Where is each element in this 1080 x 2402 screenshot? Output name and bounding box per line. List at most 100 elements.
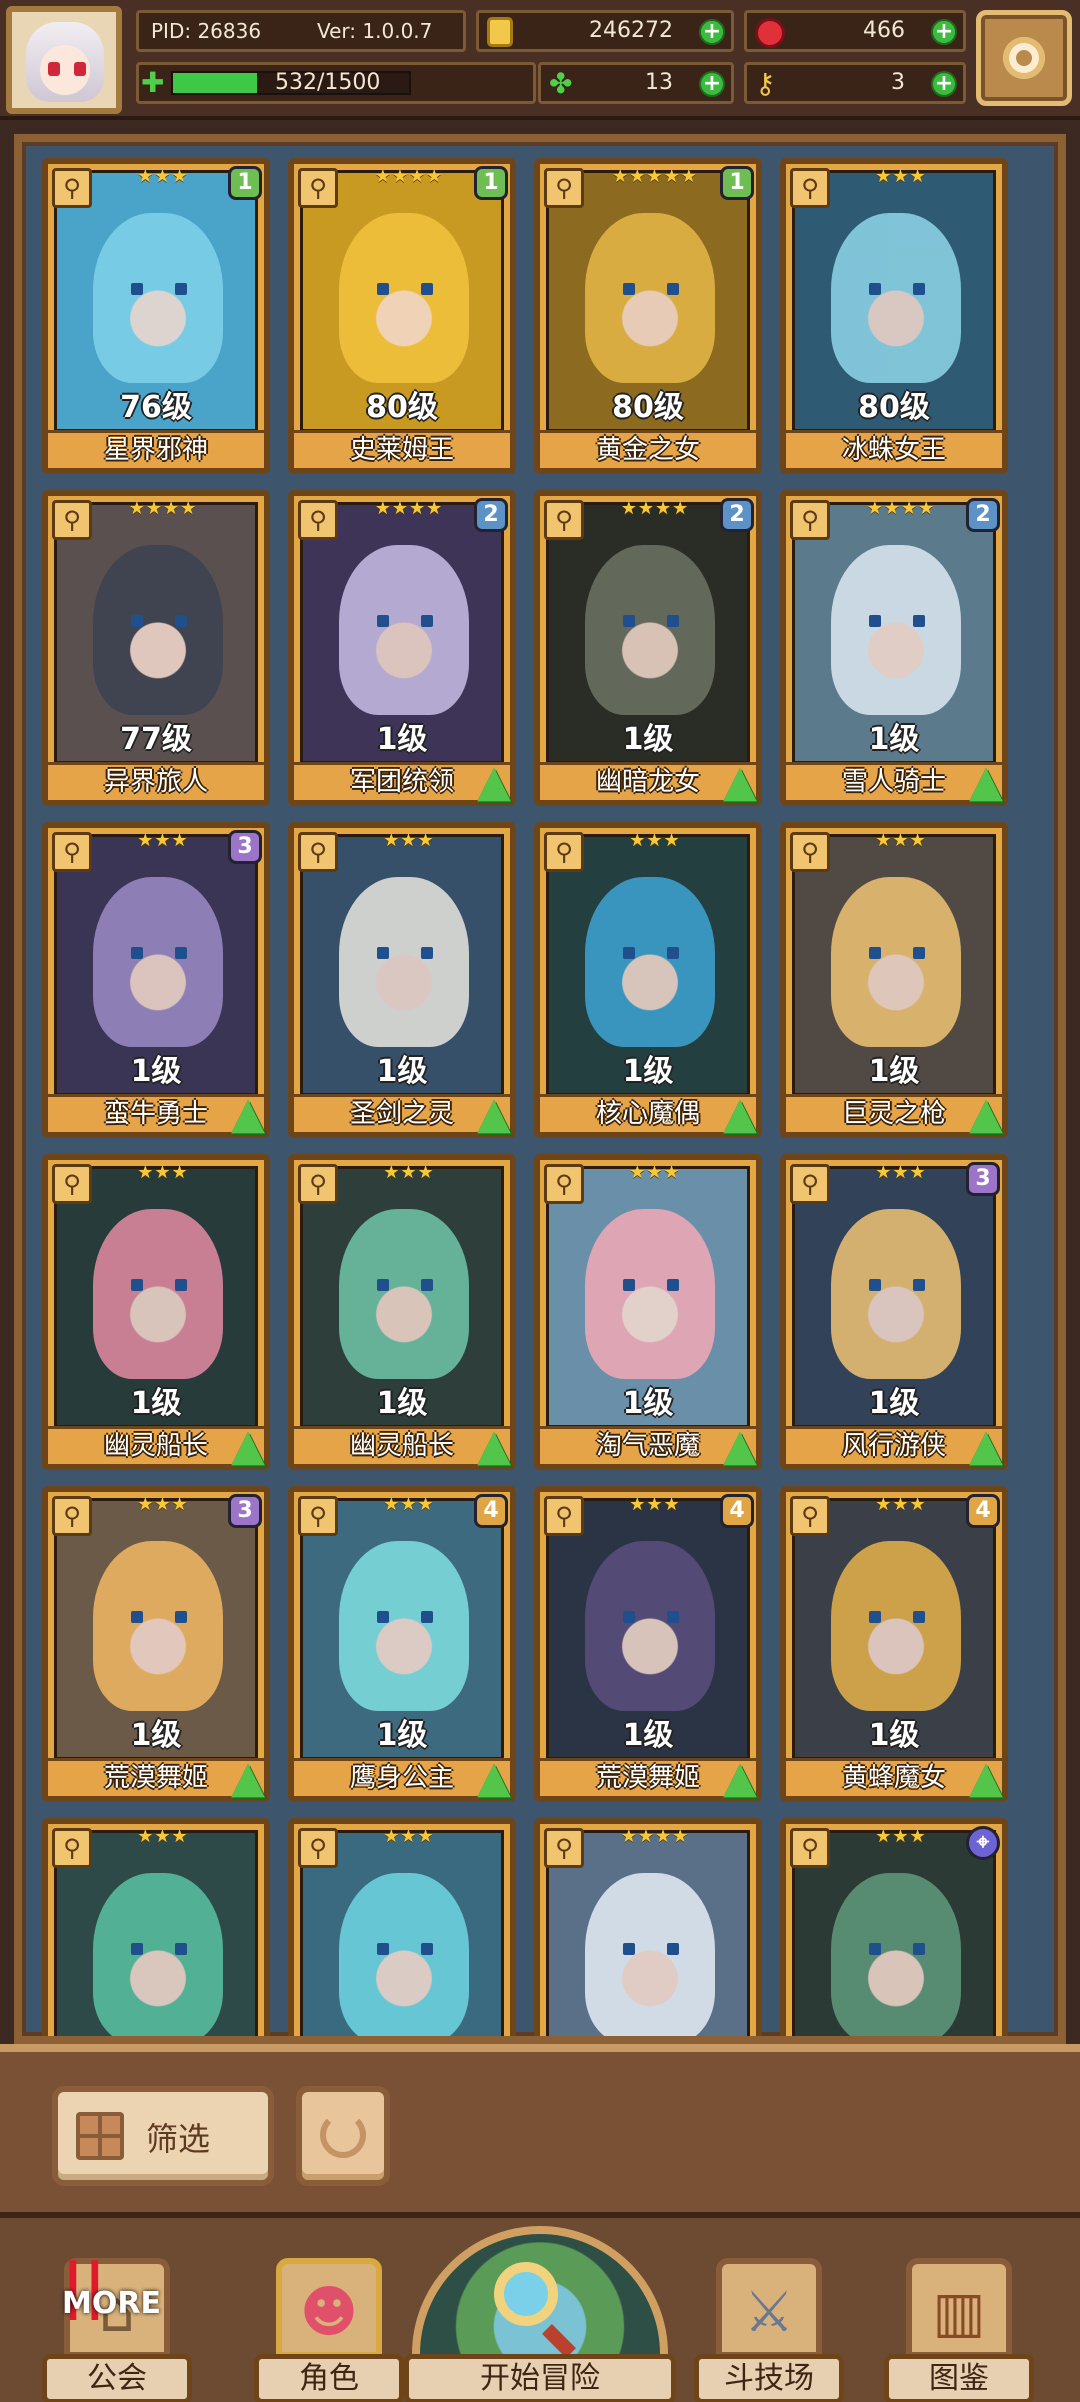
- player-avatar[interactable]: [6, 6, 122, 114]
- filter-bar: 筛选: [0, 2044, 1080, 2212]
- weapon-type-icon: ⚲: [52, 1828, 92, 1868]
- star-rating: ★★★★: [374, 166, 444, 187]
- add-clovers-button[interactable]: +: [699, 71, 725, 97]
- character-card[interactable]: ⚲ ★★★★ 2 1级 幽暗龙女 ▲: [534, 490, 762, 806]
- rank-badge: 4: [720, 1494, 754, 1528]
- character-name: 星界邪神: [48, 430, 264, 468]
- character-eyes: [869, 615, 925, 627]
- weapon-type-icon: ⚲: [298, 832, 338, 872]
- character-eyes: [131, 283, 187, 295]
- weapon-type-icon: ⚲: [52, 500, 92, 540]
- character-card[interactable]: ⚲ ★★★ 1级 圣剑之灵 ▲: [288, 822, 516, 1138]
- upgrade-arrow-icon: ▲: [231, 1088, 265, 1139]
- more-overlay-label[interactable]: MORE: [62, 2286, 161, 2321]
- nav-adventure-label: 开始冒险: [404, 2354, 676, 2402]
- star-rating: ★★★★: [128, 498, 198, 519]
- add-keys-button[interactable]: +: [931, 71, 957, 97]
- gem-amount: 466: [863, 18, 905, 43]
- weapon-type-icon: ⚲: [52, 832, 92, 872]
- reset-filter-button[interactable]: [296, 2086, 390, 2186]
- star-rating: ★★★: [137, 1826, 189, 1847]
- nav-arena-label: 斗技场: [694, 2354, 844, 2402]
- weapon-type-icon: ⚲: [544, 500, 584, 540]
- nav-role[interactable]: ☻ 角色: [254, 2258, 404, 2402]
- star-rating: ★★★: [383, 1826, 435, 1847]
- character-figure: [339, 1209, 469, 1379]
- settings-button[interactable]: [976, 10, 1072, 106]
- add-gems-button[interactable]: +: [931, 19, 957, 45]
- star-rating: ★★★: [875, 1826, 927, 1847]
- character-figure: [339, 1873, 469, 2036]
- character-card[interactable]: ⚲ ★★★ 1级 幽灵船长 ▲: [288, 1154, 516, 1470]
- character-level: 80级: [612, 390, 684, 425]
- upgrade-arrow-icon: ▲: [969, 756, 1003, 807]
- bottom-nav: ⌂ 公会 ☻ 角色 开始冒险 ⚔ 斗技场 ▥ 图鉴: [0, 2212, 1080, 2402]
- character-card[interactable]: ⚲ ★★★ 3 1级 风行游侠 ▲: [780, 1154, 1008, 1470]
- character-level: 1级: [130, 1054, 182, 1089]
- clover-counter: ✤ 13 +: [538, 62, 734, 104]
- character-card[interactable]: ⚲ ★★★ 1级 巨灵之枪 ▲: [780, 822, 1008, 1138]
- nav-atlas-label: 图鉴: [884, 2354, 1034, 2402]
- character-level: 1级: [376, 1386, 428, 1421]
- upgrade-arrow-icon: ▲: [969, 1088, 1003, 1139]
- character-card[interactable]: ⚲ ★★★: [42, 1818, 270, 2036]
- nav-arena[interactable]: ⚔ 斗技场: [694, 2258, 844, 2402]
- filter-button[interactable]: 筛选: [52, 2086, 274, 2186]
- character-card[interactable]: ⚲ ★★★ 1级 淘气恶魔 ▲: [534, 1154, 762, 1470]
- character-eyes: [131, 1279, 187, 1291]
- atlas-icon-frame: ▥: [906, 2258, 1012, 2358]
- clover-icon: ✤: [549, 67, 573, 100]
- character-eyes: [623, 947, 679, 959]
- character-card[interactable]: ⚲ ★★★ 3 1级 蛮牛勇士 ▲: [42, 822, 270, 1138]
- character-card[interactable]: ⚲ ★★★★ 2 1级 雪人骑士 ▲: [780, 490, 1008, 806]
- character-level: 1级: [868, 1054, 920, 1089]
- character-card[interactable]: ⚲ ★★★ 4 1级 鹰身公主 ▲: [288, 1486, 516, 1802]
- game-version: Ver: 1.0.0.7: [317, 19, 433, 43]
- character-eyes: [131, 1611, 187, 1623]
- character-figure: [93, 1873, 223, 2036]
- upgrade-arrow-icon: ▲: [477, 1420, 511, 1471]
- key-amount: 3: [891, 70, 905, 95]
- role-icon-frame: ☻: [276, 2258, 382, 2358]
- character-card[interactable]: ⚲ ★★★ 4 1级 黄蜂魔女 ▲: [780, 1486, 1008, 1802]
- character-card[interactable]: ⚲ ★★★ 1级 核心魔偶 ▲: [534, 822, 762, 1138]
- add-coins-button[interactable]: +: [699, 19, 725, 45]
- rank-badge: 1: [720, 166, 754, 200]
- character-card[interactable]: ⚲ ★★★ 1 76级 星界邪神: [42, 158, 270, 474]
- character-figure: [339, 545, 469, 715]
- character-eyes: [869, 1943, 925, 1955]
- star-rating: ★★★: [875, 1494, 927, 1515]
- upgrade-arrow-icon: ▲: [723, 1420, 757, 1471]
- character-card[interactable]: ⚲ ★★★: [288, 1818, 516, 2036]
- nav-atlas[interactable]: ▥ 图鉴: [884, 2258, 1034, 2402]
- star-rating: ★★★: [629, 1494, 681, 1515]
- character-card[interactable]: ⚲ ★★★★ 77级 异界旅人: [42, 490, 270, 806]
- character-figure: [831, 1873, 961, 2036]
- key-counter: ⚷ 3 +: [744, 62, 966, 104]
- nav-start-adventure[interactable]: 开始冒险: [398, 2226, 682, 2402]
- character-card[interactable]: ⚲ ★★★ 4 1级 荒漠舞姬 ▲: [534, 1486, 762, 1802]
- character-card[interactable]: ⚲ ★★★ ⌖: [780, 1818, 1008, 2036]
- character-card[interactable]: ⚲ ★★★★ 2 1级 军团统领 ▲: [288, 490, 516, 806]
- character-level: 1级: [868, 722, 920, 757]
- weapon-type-icon: ⚲: [544, 1164, 584, 1204]
- character-level: 1级: [622, 1054, 674, 1089]
- weapon-type-icon: ⚲: [544, 832, 584, 872]
- upgrade-arrow-icon: ▲: [723, 1088, 757, 1139]
- character-card[interactable]: ⚲ ★★★★: [534, 1818, 762, 2036]
- character-figure: [339, 1541, 469, 1711]
- character-card[interactable]: ⚲ ★★★★ 1 80级 史莱姆王: [288, 158, 516, 474]
- filter-label: 筛选: [146, 2120, 211, 2158]
- nav-role-label: 角色: [254, 2354, 404, 2402]
- weapon-type-icon: ⚲: [790, 1164, 830, 1204]
- character-card[interactable]: ⚲ ★★★ 1级 幽灵船长 ▲: [42, 1154, 270, 1470]
- character-eyes: [623, 1943, 679, 1955]
- character-card[interactable]: ⚲ ★★★★★ 1 80级 黄金之女: [534, 158, 762, 474]
- character-level: 80级: [858, 390, 930, 425]
- character-grid[interactable]: ⚲ ★★★ 1 76级 星界邪神 ⚲ ★★★★ 1 80级 史莱姆王 ⚲ ★★★★★ 1 80级 黄金之女 ⚲…: [14, 134, 1066, 2044]
- character-level: 1级: [376, 1718, 428, 1753]
- character-card[interactable]: ⚲ ★★★ 80级 冰蛛女王: [780, 158, 1008, 474]
- rank-badge: 3: [228, 1494, 262, 1528]
- character-card[interactable]: ⚲ ★★★ 3 1级 荒漠舞姬 ▲: [42, 1486, 270, 1802]
- rank-badge: 4: [966, 1494, 1000, 1528]
